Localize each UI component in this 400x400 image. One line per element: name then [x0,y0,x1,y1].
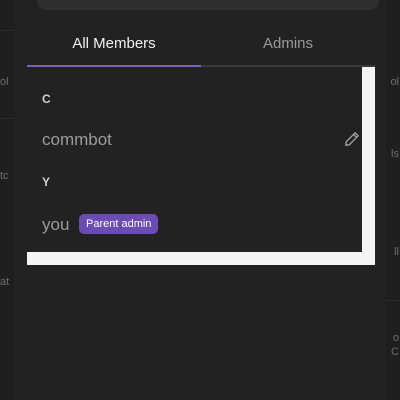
background-text: C [391,346,399,358]
divider [386,300,400,301]
member-list: C commbot Y you Parent admin [27,67,362,252]
pencil-icon[interactable] [344,131,360,147]
section-header-c: C [42,92,51,106]
member-row-you[interactable]: you Parent admin [27,207,362,243]
background-text: ll [394,246,399,258]
background-text: ol [390,76,399,88]
tab-label: All Members [72,35,156,52]
background-text: at [0,276,10,288]
tab-label: Admins [262,35,314,52]
tab-all-members[interactable]: All Members [27,24,201,67]
background-text: ls [391,148,399,160]
background-left-edge: ol tc at [0,0,14,400]
background-text: ol [0,76,9,88]
member-tabs: All Members Admins [27,24,375,67]
divider [0,118,14,119]
background-text: o [392,332,399,344]
section-header-y: Y [42,175,51,189]
divider [0,30,14,31]
member-name: you [42,215,70,234]
member-row-commbot[interactable]: commbot [27,122,362,158]
search-bar[interactable] [37,0,379,10]
members-panel: All Members Admins C commbot Y you Paren… [14,0,386,400]
member-name: commbot [42,130,112,149]
tab-admins[interactable]: Admins [201,24,375,67]
background-right-edge: ol ls ll o C [386,0,400,400]
parent-admin-badge: Parent admin [79,214,159,234]
background-text: tc [0,170,9,182]
